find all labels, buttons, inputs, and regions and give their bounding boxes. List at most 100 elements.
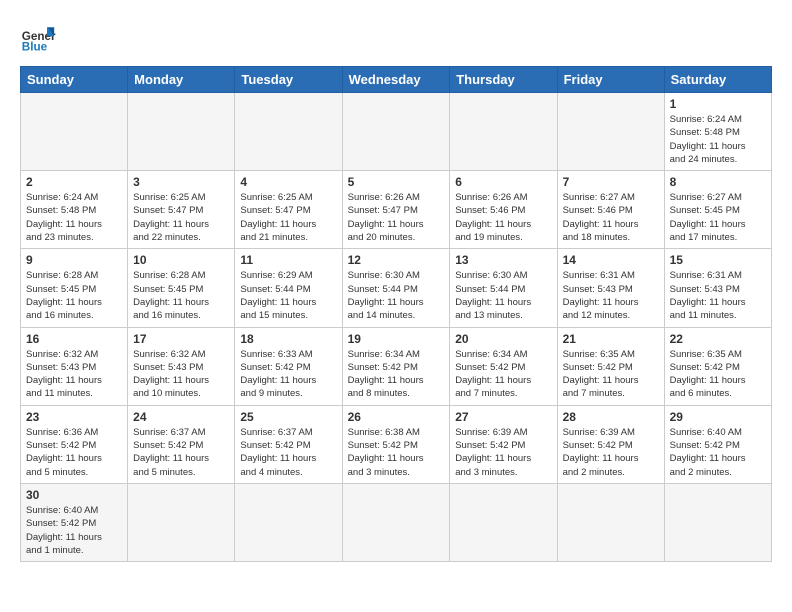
day-number: 1 xyxy=(670,97,766,111)
logo-icon: General Blue xyxy=(20,20,56,56)
calendar-cell: 15 Sunrise: 6:31 AM Sunset: 5:43 PM Dayli… xyxy=(664,249,771,327)
calendar-cell xyxy=(557,93,664,171)
day-info: Sunrise: 6:37 AM Sunset: 5:42 PM Dayligh… xyxy=(240,426,336,479)
day-info: Sunrise: 6:25 AM Sunset: 5:47 PM Dayligh… xyxy=(240,191,336,244)
day-info: Sunrise: 6:35 AM Sunset: 5:42 PM Dayligh… xyxy=(670,348,766,401)
day-info: Sunrise: 6:31 AM Sunset: 5:43 PM Dayligh… xyxy=(670,269,766,322)
day-number: 22 xyxy=(670,332,766,346)
weekday-header-tuesday: Tuesday xyxy=(235,67,342,93)
day-info: Sunrise: 6:38 AM Sunset: 5:42 PM Dayligh… xyxy=(348,426,445,479)
calendar-cell xyxy=(235,483,342,561)
svg-text:Blue: Blue xyxy=(22,41,48,54)
calendar-cell: 22 Sunrise: 6:35 AM Sunset: 5:42 PM Dayli… xyxy=(664,327,771,405)
calendar-cell: 20 Sunrise: 6:34 AM Sunset: 5:42 PM Dayli… xyxy=(450,327,557,405)
day-number: 20 xyxy=(455,332,551,346)
calendar-cell: 4Sunrise: 6:25 AM Sunset: 5:47 PM Daylig… xyxy=(235,171,342,249)
day-number: 12 xyxy=(348,253,445,267)
calendar-cell: 23 Sunrise: 6:36 AM Sunset: 5:42 PM Dayli… xyxy=(21,405,128,483)
day-info: Sunrise: 6:34 AM Sunset: 5:42 PM Dayligh… xyxy=(348,348,445,401)
calendar-cell: 27 Sunrise: 6:39 AM Sunset: 5:42 PM Dayli… xyxy=(450,405,557,483)
day-info: Sunrise: 6:32 AM Sunset: 5:43 PM Dayligh… xyxy=(133,348,229,401)
day-info: Sunrise: 6:40 AM Sunset: 5:42 PM Dayligh… xyxy=(26,504,122,557)
calendar-cell: 5Sunrise: 6:26 AM Sunset: 5:47 PM Daylig… xyxy=(342,171,450,249)
day-info: Sunrise: 6:24 AM Sunset: 5:48 PM Dayligh… xyxy=(670,113,766,166)
day-number: 7 xyxy=(563,175,659,189)
calendar-cell: 21 Sunrise: 6:35 AM Sunset: 5:42 PM Dayli… xyxy=(557,327,664,405)
calendar-cell xyxy=(128,483,235,561)
day-info: Sunrise: 6:40 AM Sunset: 5:42 PM Dayligh… xyxy=(670,426,766,479)
logo: General Blue xyxy=(20,20,56,56)
calendar-week-row: 16 Sunrise: 6:32 AM Sunset: 5:43 PM Dayli… xyxy=(21,327,772,405)
calendar-cell xyxy=(450,93,557,171)
calendar-cell xyxy=(235,93,342,171)
calendar-cell: 7 Sunrise: 6:27 AM Sunset: 5:46 PM Daylig… xyxy=(557,171,664,249)
calendar-cell: 9Sunrise: 6:28 AM Sunset: 5:45 PM Daylig… xyxy=(21,249,128,327)
day-info: Sunrise: 6:37 AM Sunset: 5:42 PM Dayligh… xyxy=(133,426,229,479)
calendar-cell: 28 Sunrise: 6:39 AM Sunset: 5:42 PM Dayli… xyxy=(557,405,664,483)
day-number: 16 xyxy=(26,332,122,346)
day-info: Sunrise: 6:39 AM Sunset: 5:42 PM Dayligh… xyxy=(455,426,551,479)
day-number: 15 xyxy=(670,253,766,267)
day-number: 18 xyxy=(240,332,336,346)
calendar-cell: 18 Sunrise: 6:33 AM Sunset: 5:42 PM Dayli… xyxy=(235,327,342,405)
calendar-cell xyxy=(342,483,450,561)
day-info: Sunrise: 6:30 AM Sunset: 5:44 PM Dayligh… xyxy=(455,269,551,322)
calendar-cell: 19Sunrise: 6:34 AM Sunset: 5:42 PM Dayli… xyxy=(342,327,450,405)
day-info: Sunrise: 6:27 AM Sunset: 5:46 PM Dayligh… xyxy=(563,191,659,244)
calendar-cell xyxy=(128,93,235,171)
day-number: 24 xyxy=(133,410,229,424)
calendar-cell: 2 Sunrise: 6:24 AM Sunset: 5:48 PM Daylig… xyxy=(21,171,128,249)
day-info: Sunrise: 6:39 AM Sunset: 5:42 PM Dayligh… xyxy=(563,426,659,479)
calendar-cell: 1 Sunrise: 6:24 AM Sunset: 5:48 PM Daylig… xyxy=(664,93,771,171)
calendar-cell: 24 Sunrise: 6:37 AM Sunset: 5:42 PM Dayli… xyxy=(128,405,235,483)
day-number: 3 xyxy=(133,175,229,189)
weekday-header-sunday: Sunday xyxy=(21,67,128,93)
day-info: Sunrise: 6:26 AM Sunset: 5:47 PM Dayligh… xyxy=(348,191,445,244)
weekday-header-wednesday: Wednesday xyxy=(342,67,450,93)
calendar-cell xyxy=(21,93,128,171)
day-info: Sunrise: 6:34 AM Sunset: 5:42 PM Dayligh… xyxy=(455,348,551,401)
day-number: 11 xyxy=(240,253,336,267)
day-info: Sunrise: 6:35 AM Sunset: 5:42 PM Dayligh… xyxy=(563,348,659,401)
day-info: Sunrise: 6:32 AM Sunset: 5:43 PM Dayligh… xyxy=(26,348,122,401)
calendar-week-row: 30Sunrise: 6:40 AM Sunset: 5:42 PM Dayli… xyxy=(21,483,772,561)
day-number: 21 xyxy=(563,332,659,346)
day-info: Sunrise: 6:28 AM Sunset: 5:45 PM Dayligh… xyxy=(26,269,122,322)
calendar-cell: 25 Sunrise: 6:37 AM Sunset: 5:42 PM Dayli… xyxy=(235,405,342,483)
day-number: 13 xyxy=(455,253,551,267)
day-number: 14 xyxy=(563,253,659,267)
calendar-cell xyxy=(664,483,771,561)
day-info: Sunrise: 6:31 AM Sunset: 5:43 PM Dayligh… xyxy=(563,269,659,322)
calendar-table: SundayMondayTuesdayWednesdayThursdayFrid… xyxy=(20,66,772,562)
calendar-cell: 10Sunrise: 6:28 AM Sunset: 5:45 PM Dayli… xyxy=(128,249,235,327)
day-number: 26 xyxy=(348,410,445,424)
calendar-week-row: 1 Sunrise: 6:24 AM Sunset: 5:48 PM Daylig… xyxy=(21,93,772,171)
calendar-week-row: 23 Sunrise: 6:36 AM Sunset: 5:42 PM Dayli… xyxy=(21,405,772,483)
calendar-cell: 13 Sunrise: 6:30 AM Sunset: 5:44 PM Dayli… xyxy=(450,249,557,327)
page-header: General Blue xyxy=(20,20,772,56)
day-info: Sunrise: 6:27 AM Sunset: 5:45 PM Dayligh… xyxy=(670,191,766,244)
day-info: Sunrise: 6:26 AM Sunset: 5:46 PM Dayligh… xyxy=(455,191,551,244)
calendar-cell: 3 Sunrise: 6:25 AM Sunset: 5:47 PM Daylig… xyxy=(128,171,235,249)
day-number: 27 xyxy=(455,410,551,424)
calendar-body: 1 Sunrise: 6:24 AM Sunset: 5:48 PM Daylig… xyxy=(21,93,772,562)
day-info: Sunrise: 6:24 AM Sunset: 5:48 PM Dayligh… xyxy=(26,191,122,244)
day-number: 2 xyxy=(26,175,122,189)
day-number: 23 xyxy=(26,410,122,424)
day-number: 25 xyxy=(240,410,336,424)
calendar-week-row: 9Sunrise: 6:28 AM Sunset: 5:45 PM Daylig… xyxy=(21,249,772,327)
day-number: 28 xyxy=(563,410,659,424)
weekday-header-friday: Friday xyxy=(557,67,664,93)
calendar-cell: 11 Sunrise: 6:29 AM Sunset: 5:44 PM Dayli… xyxy=(235,249,342,327)
calendar-cell: 16 Sunrise: 6:32 AM Sunset: 5:43 PM Dayli… xyxy=(21,327,128,405)
weekday-header-row: SundayMondayTuesdayWednesdayThursdayFrid… xyxy=(21,67,772,93)
calendar-cell: 29Sunrise: 6:40 AM Sunset: 5:42 PM Dayli… xyxy=(664,405,771,483)
day-info: Sunrise: 6:25 AM Sunset: 5:47 PM Dayligh… xyxy=(133,191,229,244)
day-info: Sunrise: 6:36 AM Sunset: 5:42 PM Dayligh… xyxy=(26,426,122,479)
calendar-cell xyxy=(557,483,664,561)
calendar-cell: 12Sunrise: 6:30 AM Sunset: 5:44 PM Dayli… xyxy=(342,249,450,327)
day-info: Sunrise: 6:29 AM Sunset: 5:44 PM Dayligh… xyxy=(240,269,336,322)
calendar-cell: 30Sunrise: 6:40 AM Sunset: 5:42 PM Dayli… xyxy=(21,483,128,561)
weekday-header-monday: Monday xyxy=(128,67,235,93)
day-info: Sunrise: 6:33 AM Sunset: 5:42 PM Dayligh… xyxy=(240,348,336,401)
